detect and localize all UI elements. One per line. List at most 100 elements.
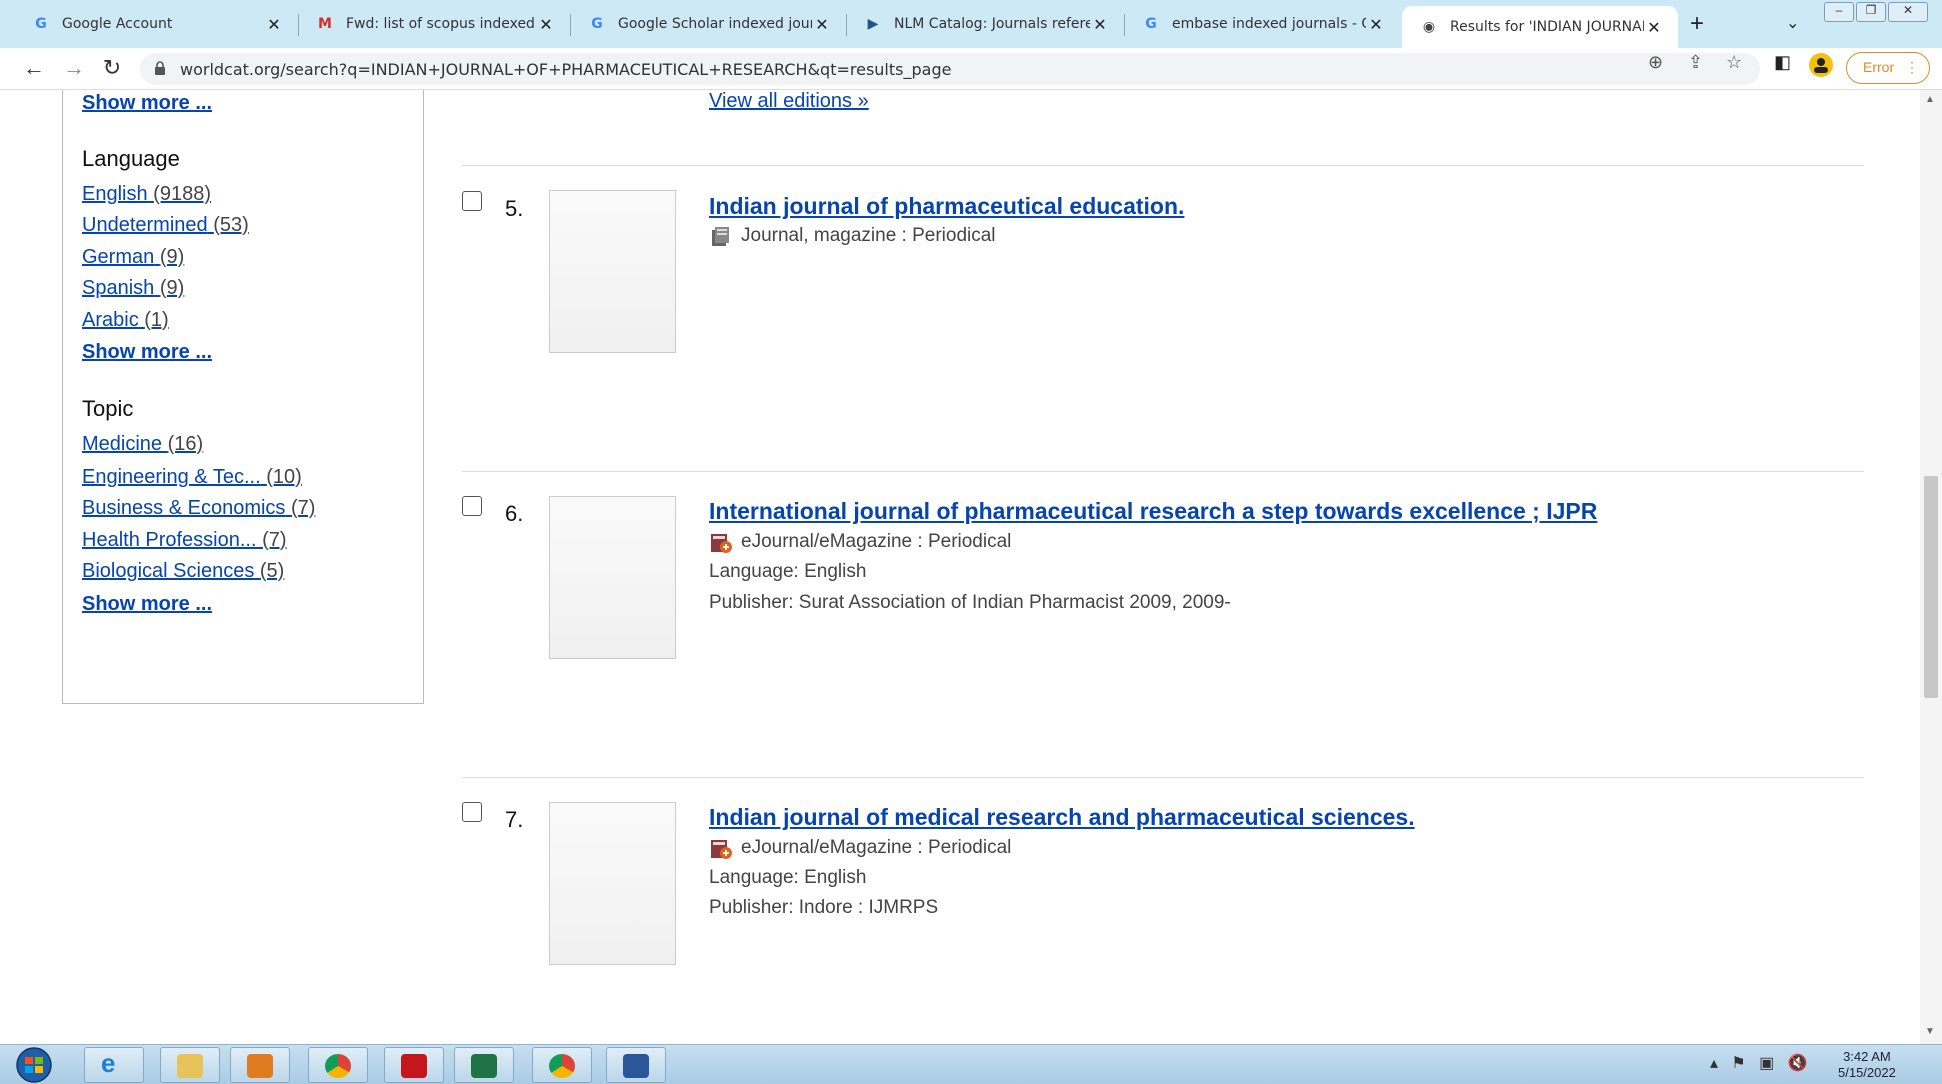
clock-time: 3:42 AM (1843, 1049, 1891, 1064)
chevron-down-icon[interactable]: ⌄ (1786, 13, 1799, 33)
lock-icon (155, 61, 165, 75)
taskbar-word-button[interactable] (606, 1047, 666, 1083)
language-heading: Language (82, 146, 180, 171)
show-more-link[interactable]: Show more ... (82, 341, 212, 364)
volume-muted-icon[interactable]: 🔇 (1788, 1055, 1808, 1072)
tab-label: Google Account (62, 16, 173, 32)
google-g-icon: G (591, 16, 603, 32)
scrollbar-thumb[interactable] (1924, 476, 1938, 698)
divider (462, 165, 1864, 166)
kebab-menu-icon: ⋮ (1905, 59, 1919, 75)
google-g-icon: G (35, 16, 47, 32)
ejournal-icon (711, 840, 732, 859)
show-more-link[interactable]: Show more ... (82, 593, 212, 616)
close-icon[interactable]: ✕ (1366, 15, 1386, 34)
result-number: 5. (505, 196, 524, 221)
error-button[interactable]: Error ⋮ (1846, 52, 1930, 84)
new-tab-button[interactable]: + (1690, 10, 1704, 38)
result-title-link[interactable]: International journal of pharmaceutical … (709, 498, 1597, 525)
address-bar[interactable]: worldcat.org/search?q=INDIAN+JOURNAL+OF+… (140, 53, 1760, 85)
browser-toolbar: ← → ↻ worldcat.org/search?q=INDIAN+JOURN… (0, 48, 1942, 90)
taskbar-media-player-button[interactable] (230, 1047, 290, 1083)
side-panel-icon[interactable]: ◧ (1774, 52, 1791, 73)
result-title-link[interactable]: Indian journal of pharmaceutical educati… (709, 193, 1184, 220)
close-icon[interactable]: ✕ (1644, 18, 1664, 37)
chrome-icon (549, 1054, 575, 1078)
facet-item[interactable]: Undetermined (53) (82, 214, 249, 237)
ejournal-icon (711, 534, 732, 553)
cover-thumbnail[interactable] (549, 190, 676, 353)
tab-label: NLM Catalog: Journals referenc (894, 16, 1090, 32)
zoom-icon[interactable]: ⊕ (1648, 52, 1663, 73)
taskbar-chrome-button[interactable] (308, 1047, 368, 1083)
internet-explorer-icon: e (101, 1048, 116, 1078)
scroll-up-arrow-icon[interactable]: ▲ (1925, 94, 1935, 105)
scroll-down-arrow-icon[interactable]: ▼ (1925, 1026, 1935, 1037)
taskbar-excel-button[interactable] (454, 1047, 514, 1083)
facet-item[interactable]: Business & Economics (7) (82, 497, 315, 520)
error-label: Error (1863, 59, 1895, 75)
topic-heading: Topic (82, 396, 134, 421)
facet-item[interactable]: German (9) (82, 246, 184, 269)
gmail-icon: M (318, 16, 332, 32)
maximize-button[interactable]: ❐ (1856, 2, 1886, 22)
forward-button[interactable]: → (60, 54, 88, 82)
tab-embase[interactable]: G embase indexed journals - Goo ✕ (1124, 7, 1400, 41)
vertical-scrollbar[interactable]: ▲ ▼ (1920, 90, 1942, 1044)
select-checkbox[interactable] (462, 191, 482, 211)
cover-thumbnail[interactable] (549, 802, 676, 965)
minimize-button[interactable]: – (1824, 2, 1854, 22)
close-icon[interactable]: ✕ (264, 15, 284, 34)
action-center-flag-icon[interactable]: ⚑ (1731, 1055, 1745, 1072)
select-checkbox[interactable] (462, 802, 482, 822)
url-text: worldcat.org/search?q=INDIAN+JOURNAL+OF+… (180, 60, 952, 79)
clock-date: 5/15/2022 (1838, 1065, 1896, 1080)
tab-worldcat-results[interactable]: ◉ Results for 'INDIAN JOURNAL C ✕ (1402, 6, 1678, 48)
cover-thumbnail[interactable] (549, 496, 676, 659)
word-icon (623, 1054, 649, 1078)
publisher-line: Publisher: Indore : IJMRPS (709, 897, 939, 918)
taskbar-chrome-window-button[interactable] (532, 1047, 592, 1083)
taskbar-ie-button[interactable]: e (84, 1047, 144, 1083)
publisher-line: Publisher: Surat Association of Indian P… (709, 592, 1231, 613)
language-line: Language: English (709, 561, 867, 582)
facet-item[interactable]: Spanish (9) (82, 277, 184, 300)
worldcat-globe-icon: ◉ (1422, 19, 1436, 35)
tab-nlm-catalog[interactable]: ▶ NLM Catalog: Journals referenc ✕ (846, 7, 1124, 41)
view-all-editions-link[interactable]: View all editions » (709, 90, 869, 113)
select-checkbox[interactable] (462, 496, 482, 516)
chrome-icon (325, 1054, 351, 1078)
system-clock[interactable]: 3:42 AM 5/15/2022 (1838, 1049, 1896, 1081)
result-number: 6. (505, 501, 524, 526)
facet-item[interactable]: Medicine (16) (82, 433, 203, 456)
bookmark-star-icon[interactable]: ☆ (1726, 52, 1742, 73)
reload-button[interactable]: ↻ (98, 54, 126, 82)
close-window-button[interactable]: ✕ (1888, 2, 1928, 22)
windows-start-icon[interactable] (10, 1047, 58, 1083)
facet-item[interactable]: Engineering & Tec... (10) (82, 466, 302, 489)
tab-google-account[interactable]: G Google Account ✕ (14, 7, 298, 41)
close-icon[interactable]: ✕ (1090, 15, 1110, 34)
back-button[interactable]: ← (20, 54, 48, 82)
tab-gmail[interactable]: M Fwd: list of scopus indexed wo ✕ (298, 7, 570, 41)
show-hidden-icons-icon[interactable]: ▴ (1710, 1055, 1718, 1072)
share-icon[interactable]: ⇪ (1688, 52, 1703, 73)
format-line: eJournal/eMagazine : Periodical (709, 836, 1011, 860)
profile-avatar-icon[interactable] (1808, 52, 1834, 83)
tab-google-scholar[interactable]: G Google Scholar indexed journa ✕ (570, 7, 846, 41)
close-icon[interactable]: ✕ (536, 15, 556, 34)
tab-label: Results for 'INDIAN JOURNAL C (1450, 19, 1644, 35)
format-line: eJournal/eMagazine : Periodical (709, 530, 1011, 554)
nlm-icon: ▶ (867, 16, 879, 32)
facet-item[interactable]: English (9188) (82, 183, 211, 206)
result-number: 7. (505, 807, 524, 832)
show-more-link[interactable]: Show more ... (82, 92, 212, 115)
facet-item[interactable]: Arabic (1) (82, 309, 169, 332)
network-icon[interactable]: ▣ (1759, 1055, 1774, 1072)
taskbar-acrobat-button[interactable] (384, 1047, 444, 1083)
facet-item[interactable]: Biological Sciences (5) (82, 560, 284, 583)
result-title-link[interactable]: Indian journal of medical research and p… (709, 804, 1415, 831)
close-icon[interactable]: ✕ (812, 15, 832, 34)
taskbar-explorer-button[interactable] (160, 1047, 220, 1083)
facet-item[interactable]: Health Profession... (7) (82, 529, 287, 552)
